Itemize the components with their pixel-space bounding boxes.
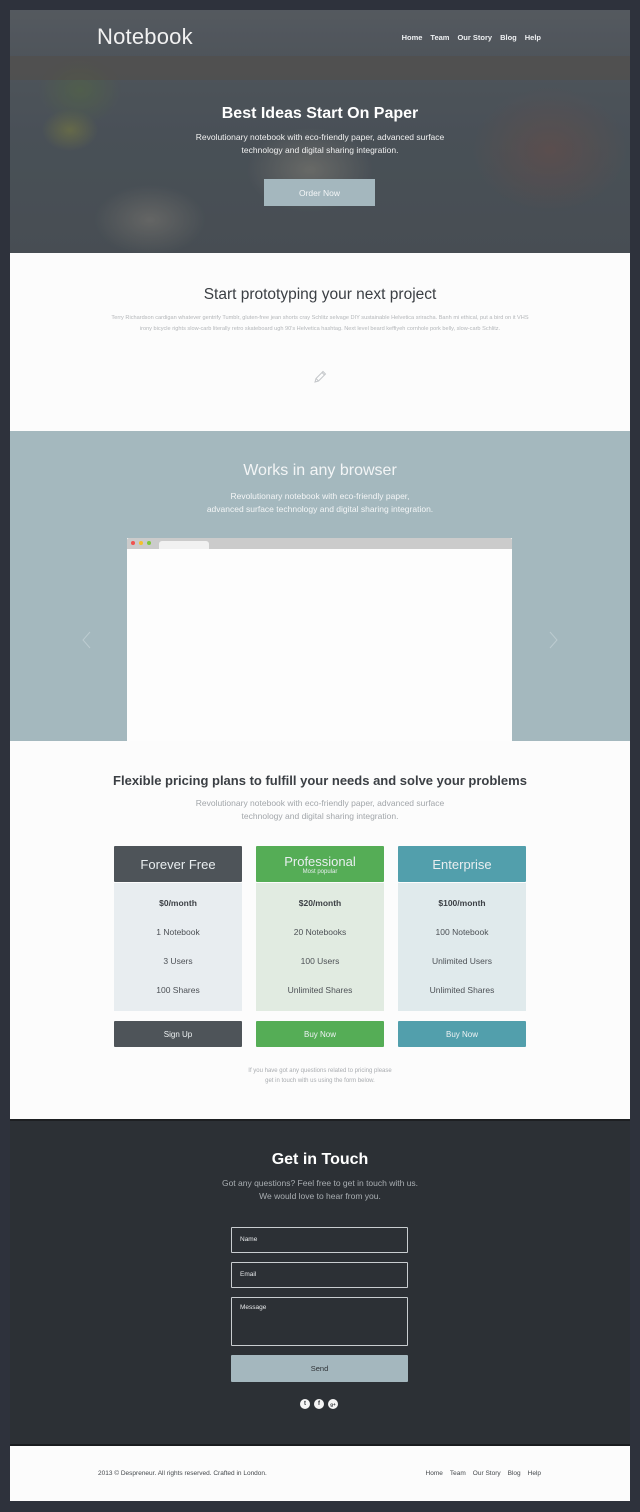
plan-feature: Unlimited Users — [432, 956, 492, 966]
plan-feature: 1 Notebook — [156, 927, 200, 937]
hero-title: Best Ideas Start On Paper — [221, 105, 419, 122]
plan-name: Professional — [284, 853, 356, 869]
footer-nav-team[interactable]: Team — [450, 1470, 466, 1477]
google-plus-icon[interactable]: g+ — [328, 1399, 338, 1409]
plan-body: $0/month 1 Notebook 3 Users 100 Shares — [114, 883, 242, 1011]
facebook-icon[interactable]: f — [314, 1399, 324, 1409]
browser-mockup — [127, 538, 512, 741]
browser-mockup-toolbar — [127, 538, 512, 549]
pricing-section: Flexible pricing plans to fulfill your n… — [10, 741, 630, 1119]
name-field[interactable]: Name — [231, 1227, 408, 1253]
pricing-note-line2: get in touch with us using the form belo… — [265, 1078, 375, 1084]
prototyping-body: Terry Richardson cardigan whatever gentr… — [111, 315, 529, 332]
footer-nav-home[interactable]: Home — [426, 1470, 443, 1477]
plan-feature: Unlimited Shares — [287, 985, 353, 995]
plan-price: $100/month — [438, 898, 486, 908]
plan-feature: 100 Notebook — [435, 927, 489, 937]
order-now-button[interactable]: Order Now — [264, 179, 375, 206]
plan-professional: Professional Most popular $20/month 20 N… — [256, 846, 384, 1047]
browser-section: Works in any browser Revolutionary noteb… — [10, 431, 630, 741]
minimize-dot-icon — [139, 541, 143, 545]
message-placeholder: Message — [240, 1304, 267, 1311]
prototyping-title: Start prototyping your next project — [203, 286, 437, 303]
browser-tab — [159, 541, 209, 549]
contact-subtitle-line2: We would love to hear from you. — [259, 1190, 381, 1201]
footer-nav: Home Team Our Story Blog Help — [426, 1470, 541, 1477]
plan-price: $20/month — [298, 898, 342, 908]
plan-feature: 3 Users — [163, 956, 193, 966]
plan-header: Professional Most popular — [256, 846, 384, 882]
pricing-title: Flexible pricing plans to fulfill your n… — [113, 773, 527, 788]
plan-name: Forever Free — [140, 856, 216, 872]
footer-nav-our-story[interactable]: Our Story — [473, 1470, 501, 1477]
pricing-subtitle-text: Revolutionary notebook with eco-friendly… — [195, 798, 445, 821]
plan-body: $20/month 20 Notebooks 100 Users Unlimit… — [256, 883, 384, 1011]
plan-feature: Unlimited Shares — [429, 985, 495, 995]
send-button[interactable]: Send — [231, 1355, 408, 1382]
browser-subtitle: Revolutionary notebook with eco-friendly… — [10, 490, 630, 515]
nav-our-story[interactable]: Our Story — [457, 33, 492, 42]
plan-enterprise: Enterprise $100/month 100 Notebook Unlim… — [398, 846, 526, 1047]
plan-feature: 100 Users — [300, 956, 340, 966]
buy-now-enterprise-button[interactable]: Buy Now — [398, 1021, 526, 1047]
nav-home[interactable]: Home — [402, 33, 423, 42]
name-placeholder: Name — [240, 1236, 258, 1243]
most-popular-badge: Most popular — [302, 868, 338, 875]
plan-feature: 20 Notebooks — [293, 927, 347, 937]
chevron-left-icon[interactable] — [80, 629, 94, 651]
prototyping-section: Start prototyping your next project Terr… — [10, 253, 630, 431]
nav-blog[interactable]: Blog — [500, 33, 517, 42]
email-placeholder: Email — [240, 1271, 257, 1278]
plan-header: Enterprise — [398, 846, 526, 882]
buy-now-professional-button[interactable]: Buy Now — [256, 1021, 384, 1047]
contact-subtitle: Got any questions? Feel free to get in t… — [10, 1177, 630, 1202]
plan-name: Enterprise — [432, 856, 492, 872]
browser-title: Works in any browser — [243, 462, 397, 479]
pencil-icon — [314, 370, 327, 383]
footer-nav-blog[interactable]: Blog — [508, 1470, 521, 1477]
plan-header: Forever Free — [114, 846, 242, 882]
message-field[interactable]: Message — [231, 1297, 408, 1346]
plan-forever-free: Forever Free $0/month 1 Notebook 3 Users… — [114, 846, 242, 1047]
plan-price: $0/month — [159, 898, 197, 908]
hero-section: Notebook Home Team Our Story Blog Help B… — [10, 10, 630, 253]
plan-body: $100/month 100 Notebook Unlimited Users … — [398, 883, 526, 1011]
footer-nav-help[interactable]: Help — [528, 1470, 541, 1477]
browser-subtitle-line1: Revolutionary notebook with eco-friendly… — [230, 491, 410, 501]
nav-help[interactable]: Help — [525, 33, 541, 42]
chevron-right-icon[interactable] — [546, 629, 560, 651]
pricing-note: If you have got any questions related to… — [10, 1066, 630, 1086]
close-dot-icon — [131, 541, 135, 545]
maximize-dot-icon — [147, 541, 151, 545]
contact-section: Get in Touch Got any questions? Feel fre… — [10, 1119, 630, 1444]
nav-team[interactable]: Team — [430, 33, 449, 42]
email-field[interactable]: Email — [231, 1262, 408, 1288]
footer: 2013 © Despreneur. All rights reserved. … — [10, 1444, 630, 1501]
plan-feature: 100 Shares — [156, 985, 200, 995]
browser-subtitle-line2: advanced surface technology and digital … — [206, 503, 434, 514]
pricing-subtitle: Revolutionary notebook with eco-friendly… — [10, 797, 630, 822]
pricing-note-line1: If you have got any questions related to… — [248, 1068, 392, 1074]
twitter-icon[interactable]: t — [300, 1399, 310, 1409]
contact-title: Get in Touch — [271, 1151, 369, 1168]
social-links: t f g+ — [300, 1399, 338, 1409]
hero-subtitle: Revolutionary notebook with eco-friendly… — [195, 132, 445, 155]
main-nav: Home Team Our Story Blog Help — [402, 33, 541, 42]
sign-up-button[interactable]: Sign Up — [114, 1021, 242, 1047]
contact-subtitle-line1: Got any questions? Feel free to get in t… — [221, 1178, 419, 1188]
copyright-text: 2013 © Despreneur. All rights reserved. … — [98, 1470, 267, 1477]
page: Notebook Home Team Our Story Blog Help B… — [10, 10, 630, 1501]
logo[interactable]: Notebook — [97, 24, 193, 50]
